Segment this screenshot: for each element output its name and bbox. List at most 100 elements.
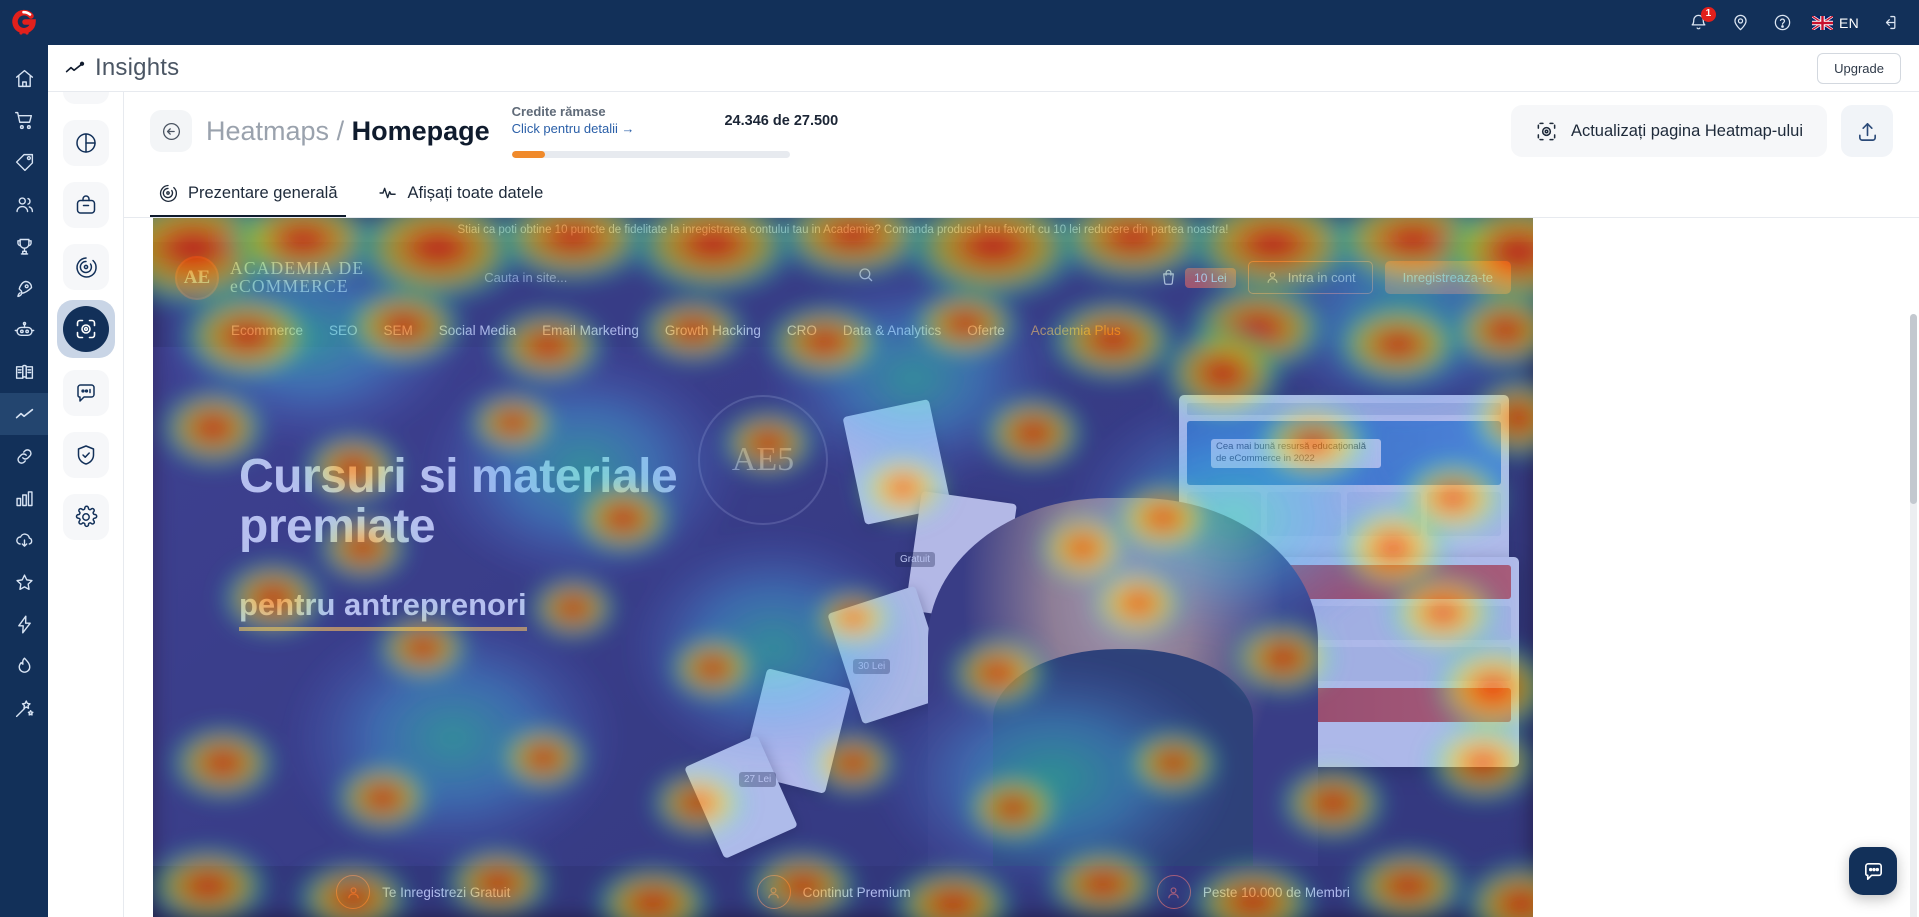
upgrade-button[interactable]: Upgrade (1817, 52, 1901, 84)
site-nav-item[interactable]: Growth Hacking (665, 323, 761, 338)
notification-badge: 1 (1700, 6, 1716, 22)
hero-anniversary-badge: AE5 (698, 395, 828, 525)
hero-label: 30 Lei (853, 659, 891, 674)
heatmap-stage: Stiai ca poti obtine 10 puncte de fideli… (124, 218, 1919, 917)
sidebar-item-reports[interactable] (0, 477, 48, 519)
site-cart[interactable]: 10 Lei (1159, 267, 1236, 288)
refresh-heatmap-button[interactable]: Actualizați pagina Heatmap-ului (1510, 105, 1827, 157)
sidebar-item-integrations[interactable] (0, 435, 48, 477)
site-nav-item[interactable]: Academia Plus (1031, 323, 1121, 338)
chat-bubble-icon (1864, 862, 1882, 880)
pulse-icon (378, 187, 396, 199)
credits-row: Credite rămase Click pentru detalii → 24… (512, 104, 839, 137)
breadcrumb-root[interactable]: Heatmaps (206, 116, 329, 146)
site-brand[interactable]: AE ACADEMIA DE eCOMMERCE (175, 255, 364, 300)
heatmap-frame[interactable]: Stiai ca poti obtine 10 puncte de fideli… (153, 218, 1533, 917)
site-nav-item[interactable]: SEO (329, 323, 358, 338)
site-feature-item: Peste 10.000 de Membri (1156, 875, 1350, 909)
hero-title: Cursuri si materiale premiate (239, 452, 678, 552)
brand-seal: AE (175, 255, 219, 300)
logout-button[interactable] (1875, 10, 1901, 36)
site-nav-item[interactable]: Ecommerce (231, 323, 303, 338)
export-upload-button[interactable] (1841, 105, 1893, 157)
brand-text: ACADEMIA DE eCOMMERCE (230, 259, 364, 296)
sidebar-item-home[interactable] (0, 57, 48, 99)
site-nav-item[interactable]: Oferte (967, 323, 1005, 338)
back-button[interactable] (150, 110, 192, 152)
insights-page-header: Insights Upgrade (48, 45, 1919, 92)
sidebar-item-orders[interactable] (0, 99, 48, 141)
site-nav-item[interactable]: Social Media (439, 323, 516, 338)
site-nav-item[interactable]: Email Marketing (542, 323, 639, 338)
language-selector[interactable]: EN (1811, 15, 1859, 31)
sidebar-item-automation[interactable] (0, 309, 48, 351)
sidebar-item-marketing[interactable] (0, 267, 48, 309)
hero-mock-caption: Cea mai bună resursă educațională de eCo… (1211, 439, 1381, 468)
site-search-placeholder[interactable]: Cauta in site... (484, 270, 567, 285)
gomag-cart-logo[interactable] (0, 0, 48, 45)
site-nav-item[interactable]: Data & Analytics (843, 323, 941, 338)
site-feature-strip: Te Inregistrezi Gratuit Continut Premium P… (153, 866, 1533, 917)
location-button[interactable] (1728, 10, 1754, 36)
open-book-icon (15, 364, 33, 379)
sidebar-item-rewards[interactable] (0, 225, 48, 267)
sidebar-item-customers[interactable] (0, 183, 48, 225)
heatmap-header: Heatmaps / Homepage Credite rămase Click… (124, 92, 1919, 170)
help-button[interactable] (1770, 10, 1796, 36)
tab-all-data[interactable]: Afișați toate datele (370, 183, 552, 217)
mock-cell (1347, 492, 1421, 536)
cart-icon (1163, 269, 1174, 285)
site-nav-item[interactable]: SEM (384, 323, 413, 338)
sidebar-item-catalog[interactable] (0, 351, 48, 393)
sidebar-item-products[interactable] (0, 141, 48, 183)
trophy-icon (16, 238, 32, 255)
subnav-item-session-recording[interactable] (62, 244, 109, 290)
tab-overview[interactable]: Prezentare generală (150, 183, 346, 217)
credits-details-link[interactable]: Click pentru detalii → (512, 121, 635, 138)
top-bar: 1 EN (48, 0, 1919, 45)
hero-person-photo (928, 498, 1318, 917)
site-feature-item: Te Inregistrezi Gratuit (336, 875, 510, 909)
crown-icon (756, 875, 791, 909)
sidebar-item-downloads[interactable] (0, 519, 48, 561)
subnav-item-settings[interactable] (62, 494, 109, 540)
site-login-button[interactable]: Intra in cont (1247, 261, 1373, 294)
sidebar-item-trending[interactable] (0, 645, 48, 687)
price-tag-icon (15, 153, 33, 171)
sidebar-item-favorites[interactable] (0, 561, 48, 603)
subnav-item-analytics[interactable] (62, 120, 109, 166)
sidebar-item-magic[interactable] (0, 687, 48, 729)
top-bar-actions: 1 EN (1686, 6, 1901, 36)
site-register-button[interactable]: Inregistreaza-te (1384, 261, 1511, 294)
site-nav-item[interactable]: CRO (787, 323, 817, 338)
site-search-button[interactable] (857, 266, 875, 289)
site-promo-banner: Stiai ca poti obtine 10 puncte de fideli… (153, 218, 1533, 242)
credits-progress-fill (511, 150, 546, 158)
heatmap-tabs: Prezentare generală Afișați toate datele (124, 170, 1919, 218)
secondary-sidebar (48, 0, 124, 917)
subnav-item-security[interactable] (62, 432, 109, 478)
subnav-item-business[interactable] (62, 182, 109, 228)
page-scrollbar-thumb[interactable] (1910, 314, 1917, 504)
page-title: Insights (95, 54, 180, 81)
user-plus-icon (336, 875, 371, 909)
page-scrollbar[interactable] (1910, 314, 1917, 917)
location-pin-icon (1734, 14, 1748, 31)
site-feature-item: Continut Premium (756, 875, 911, 909)
gear-icon (75, 505, 97, 528)
active-subnav-highlight (56, 300, 115, 358)
credits-texts: Credite rămase Click pentru detalii → (512, 104, 635, 137)
sidebar-item-performance[interactable] (0, 603, 48, 645)
notifications-button[interactable]: 1 (1686, 6, 1716, 36)
sidebar-item-insights[interactable] (0, 393, 48, 435)
mock-cell (1267, 492, 1341, 536)
support-chat-button[interactable] (1849, 847, 1897, 895)
subnav-item-heatmaps[interactable] (62, 306, 109, 352)
upload-icon (1858, 122, 1876, 141)
brand-line-2: eCOMMERCE (230, 275, 349, 296)
heatmap-scan-icon (76, 319, 95, 339)
heatmap-actions: Actualizați pagina Heatmap-ului (1510, 105, 1893, 157)
breadcrumb-current: Homepage (351, 115, 490, 146)
bar-chart-icon (15, 490, 33, 506)
subnav-item-feedback[interactable] (62, 370, 109, 416)
